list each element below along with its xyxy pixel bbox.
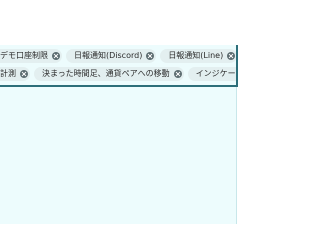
- close-circle-icon[interactable]: [52, 52, 60, 60]
- tag-chip-indicator[interactable]: インジケーター利: [187, 67, 236, 81]
- tag-selector-screen: デモ口座制限 日報通知(Discord) 日報通知(Line) 損切: [0, 0, 240, 240]
- selected-tags-panel: デモ口座制限 日報通知(Discord) 日報通知(Line) 損切: [0, 45, 238, 87]
- tag-chip-label: 日報通知(Discord): [74, 51, 143, 60]
- tag-chip-demo-account-limit[interactable]: デモ口座制限: [0, 49, 62, 63]
- close-circle-icon[interactable]: [173, 70, 182, 78]
- top-blank-area: [0, 0, 240, 45]
- tag-chip-label: 日報通知(Line): [168, 51, 224, 60]
- tag-chip-label: 計測: [0, 69, 16, 78]
- tag-chip-daily-report-discord[interactable]: 日報通知(Discord): [66, 49, 157, 63]
- tag-chip-label: 決まった時間足、通貨ペアへの移動: [42, 69, 170, 78]
- selected-tags-row-1: デモ口座制限 日報通知(Discord) 日報通知(Line) 損切: [0, 47, 236, 65]
- tag-chip-measurement[interactable]: 計測: [0, 67, 30, 81]
- close-circle-icon[interactable]: [227, 52, 236, 60]
- close-circle-icon[interactable]: [20, 70, 28, 78]
- tag-chip-timeframe-pair-move[interactable]: 決まった時間足、通貨ペアへの移動: [34, 67, 184, 81]
- tag-chip-daily-report-line[interactable]: 日報通知(Line): [160, 49, 236, 63]
- tag-chip-label: デモ口座制限: [0, 51, 48, 60]
- tag-chip-label: インジケーター利: [195, 69, 236, 78]
- bottom-blank-area: [0, 224, 240, 240]
- selected-tags-row-2: 計測 決まった時間足、通貨ペアへの移動 インジケーター利: [0, 65, 236, 83]
- close-circle-icon[interactable]: [146, 52, 155, 60]
